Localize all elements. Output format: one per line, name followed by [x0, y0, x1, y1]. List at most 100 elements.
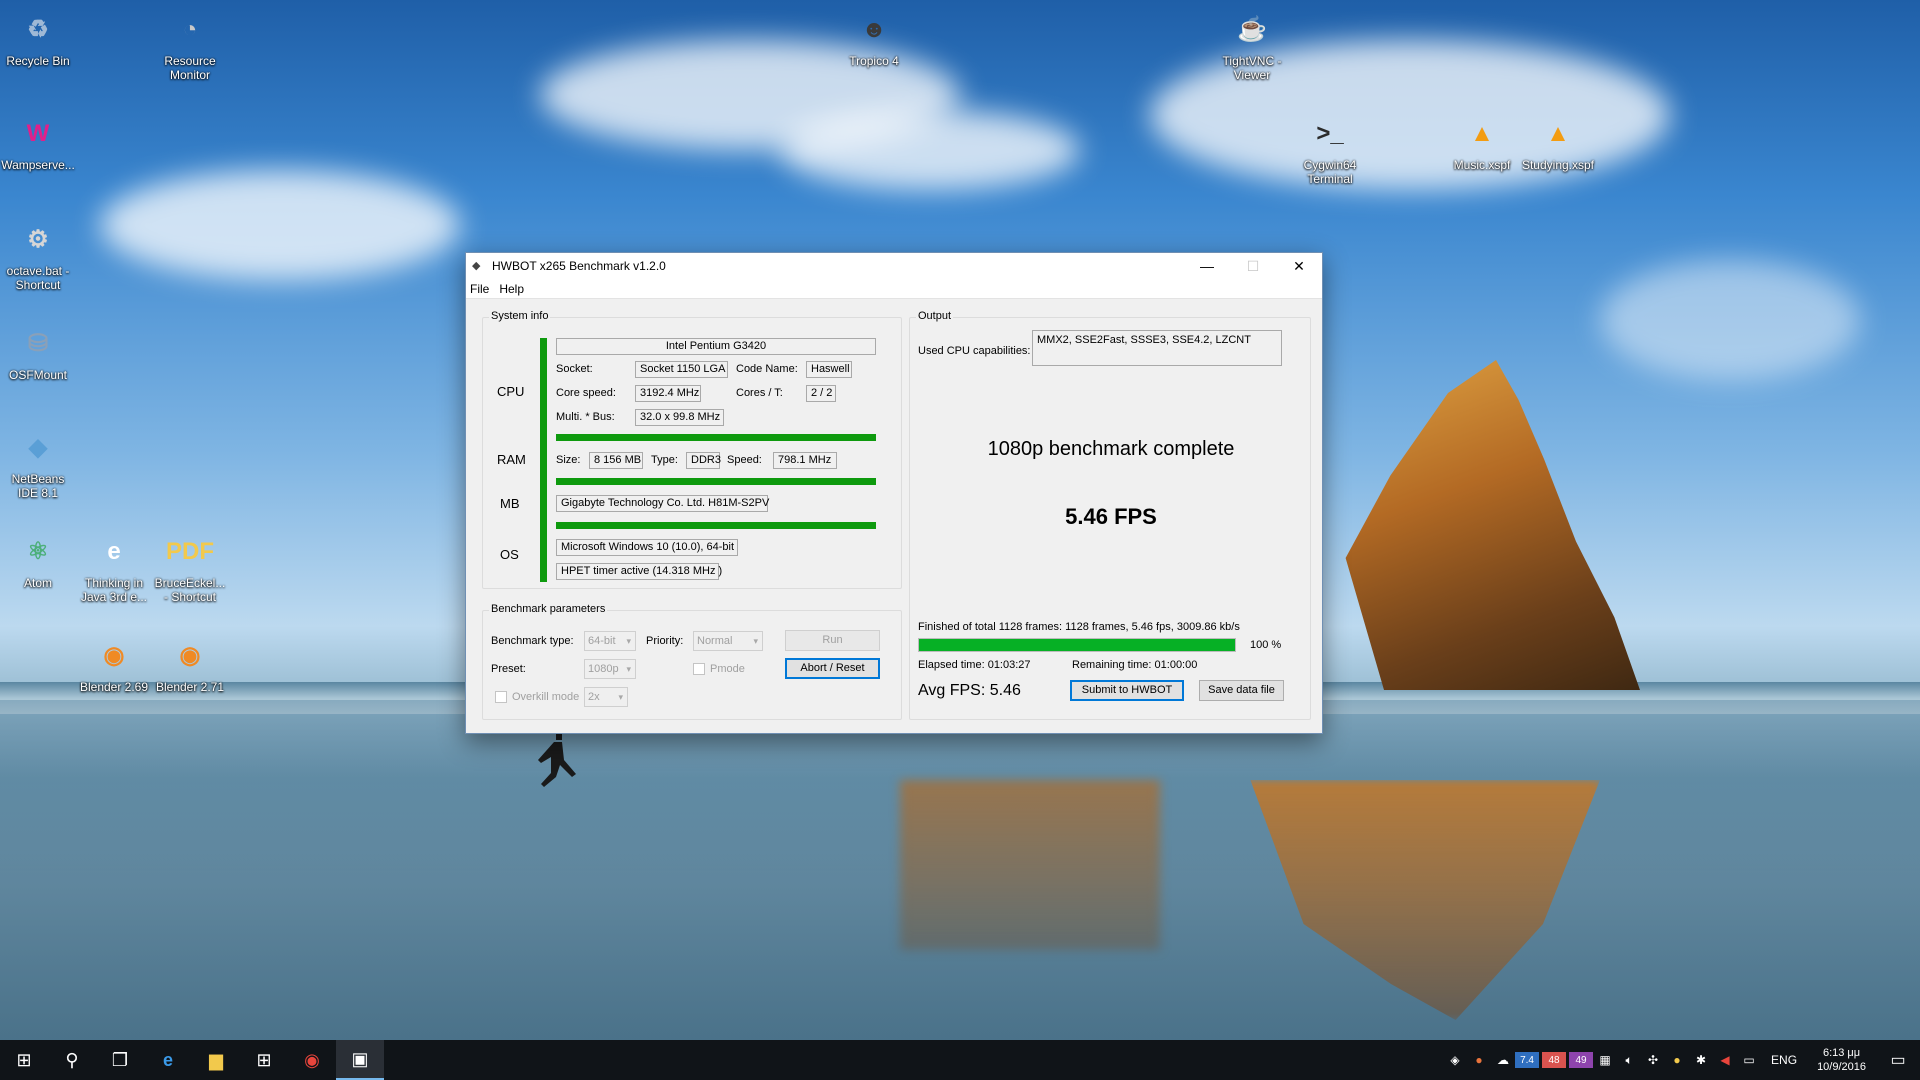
taskbar: ⊞ ⚲ ❐ e ▆ ⊞ ◉ ▣ ◈ ● ☁ 7.4 48 49 ▦ 🔈︎ ✣ ●… [0, 1040, 1920, 1080]
vertical-bar [540, 338, 547, 582]
desktop-icon-label: Cygwin64 Terminal [1303, 158, 1357, 186]
priority-select[interactable]: Normal ▾ [693, 631, 763, 651]
desktop-icon-label: NetBeans IDE 8.1 [11, 472, 65, 500]
cores-label: Cores / T: [736, 387, 783, 399]
start-button[interactable]: ⊞ [0, 1040, 48, 1080]
system-info-label: System info [489, 310, 551, 322]
desktop-icon-label: TightVNC - Viewer [1222, 54, 1282, 82]
tray-badge-2[interactable]: 48 [1542, 1052, 1567, 1068]
bruceeckel-shortcut-icon: PDF [166, 538, 214, 565]
desktop-icon-tropico-4[interactable]: ☻ Tropico 4 [836, 8, 912, 69]
progress-percent: 100 % [1250, 639, 1282, 651]
maximize-button[interactable]: ☐ [1230, 253, 1276, 279]
os-section-label: OS [500, 547, 519, 562]
desktop-icon-label: Thinking in Java 3rd e... [80, 576, 148, 604]
desktop-icon-label: Tropico 4 [849, 54, 899, 68]
desktop-icon-resource-monitor[interactable]: ◔ Resource Monitor [152, 8, 228, 83]
close-button[interactable]: ✕ [1276, 253, 1322, 279]
search-button[interactable]: ⚲ [48, 1040, 96, 1080]
fps-result: 5.46 FPS [1065, 504, 1157, 529]
desktop-icon-blender-2-69[interactable]: ◉ Blender 2.69 [76, 634, 152, 695]
notification-icon[interactable]: ▭ [1876, 1040, 1920, 1080]
desktop-icon-label: Blender 2.69 [79, 680, 149, 694]
blender-2-71-icon: ◉ [179, 642, 201, 669]
desktop-icon-label: OSFMount [8, 368, 68, 382]
desktop-icon-octave-bat-shortcut[interactable]: ⚙ octave.bat - Shortcut [0, 218, 76, 293]
pmode-checkbox[interactable]: Pmode [693, 663, 745, 675]
run-button[interactable]: Run [785, 630, 880, 651]
desktop-icon-osfmount[interactable]: ⛁ OSFMount [0, 322, 76, 383]
desktop-icon-music-xspf[interactable]: ▲ Music.xspf [1444, 112, 1520, 173]
cpu-caps-label: Used CPU capabilities: [918, 345, 1031, 357]
tropico-4-icon: ☻ [861, 16, 887, 43]
chrome-button[interactable]: ◉ [288, 1040, 336, 1080]
edge-button[interactable]: e [144, 1040, 192, 1080]
desktop-icon-wampserve[interactable]: W Wampserve... [0, 112, 76, 173]
language-indicator[interactable]: ENG [1761, 1053, 1807, 1067]
desktop-icon-thinking-in-java-3rd-e[interactable]: e Thinking in Java 3rd e... [76, 530, 152, 605]
status-text: 1080p benchmark complete [987, 438, 1235, 460]
minimize-button[interactable]: — [1184, 253, 1230, 279]
app-icon: ◆ [472, 260, 481, 272]
task-view-icon: ❐ [111, 1049, 129, 1070]
overkill-select[interactable]: 2x ▾ [584, 687, 628, 707]
avg-fps: Avg FPS: 5.46 [918, 682, 1021, 699]
desktop-icon-atom[interactable]: ⚛ Atom [0, 530, 76, 591]
desktop-icon-recycle-bin[interactable]: ♻ Recycle Bin [0, 8, 76, 69]
menu-help[interactable]: Help [499, 282, 530, 296]
recycle-bin-icon: ♻ [27, 16, 49, 43]
chevron-down-icon: ▾ [618, 692, 623, 702]
tray-badge-3[interactable]: 49 [1569, 1052, 1594, 1068]
desktop-icon-blender-2-71[interactable]: ◉ Blender 2.71 [152, 634, 228, 695]
tray-monitor-icon[interactable]: ▦ [1593, 1040, 1617, 1080]
desktop-icon-label: Music.xspf [1453, 158, 1511, 172]
tray-settings-icon[interactable]: ✣ [1641, 1040, 1665, 1080]
mb-divider [556, 522, 876, 529]
overkill-checkbox[interactable]: Overkill mode [495, 691, 579, 703]
window-title: HWBOT x265 Benchmark v1.2.0 [492, 259, 666, 273]
tray-app-icon[interactable]: ◈ [1443, 1040, 1467, 1080]
benchmark-type-label: Benchmark type: [491, 635, 574, 647]
save-data-button[interactable]: Save data file [1199, 680, 1284, 701]
octave-bat-shortcut-icon: ⚙ [27, 226, 49, 253]
cpu-section-label: CPU [497, 384, 525, 399]
tray-bluetooth-icon[interactable]: ✱ [1689, 1040, 1713, 1080]
desktop-icon-label: Wampserve... [1, 158, 75, 172]
priority-label: Priority: [646, 635, 684, 647]
desktop-icon-tightvnc-viewer[interactable]: ☕ TightVNC - Viewer [1214, 8, 1290, 83]
benchmark-type-select[interactable]: 64-bit ▾ [584, 631, 636, 651]
tray-coin-icon[interactable]: ● [1665, 1040, 1689, 1080]
menu-file[interactable]: File [470, 282, 495, 296]
task-view-button[interactable]: ❐ [96, 1040, 144, 1080]
abort-reset-button[interactable]: Abort / Reset [785, 658, 880, 679]
tray-badge-1[interactable]: 7.4 [1515, 1052, 1540, 1068]
progress-fill [919, 639, 1235, 651]
desktop-icon-netbeans-ide-8-1[interactable]: ◆ NetBeans IDE 8.1 [0, 426, 76, 501]
ram-type-field: DDR3 [686, 452, 721, 469]
tray-media-icon[interactable]: ◀ [1713, 1040, 1737, 1080]
desktop-icon-bruceeckel-shortcut[interactable]: PDF BruceEckel... - Shortcut [152, 530, 228, 605]
store-button[interactable]: ⊞ [240, 1040, 288, 1080]
preset-select[interactable]: 1080p ▾ [584, 659, 636, 679]
thinking-in-java-3rd-e-icon: e [107, 538, 121, 565]
tray-cloud-icon[interactable]: ☁ [1491, 1040, 1515, 1080]
title-bar[interactable]: ◆ HWBOT x265 Benchmark v1.2.0 — ☐ ✕ [466, 253, 1322, 279]
desktop-icon-studying-xspf[interactable]: ▲ Studying.xspf [1520, 112, 1596, 173]
network-icon[interactable]: ▭ [1737, 1040, 1761, 1080]
clock[interactable]: 6:13 μμ 10/9/2016 [1807, 1046, 1876, 1074]
cpu-name-field: Intel Pentium G3420 [556, 338, 876, 355]
hwbot-taskbar-button[interactable]: ▣ [336, 1040, 384, 1080]
tray-antivirus-icon[interactable]: ● [1467, 1040, 1491, 1080]
chevron-down-icon: ▾ [626, 664, 631, 674]
explorer-button[interactable]: ▆ [192, 1040, 240, 1080]
checkbox-box [693, 663, 705, 675]
checkbox-box [495, 691, 507, 703]
volume-icon[interactable]: 🔈︎ [1617, 1040, 1641, 1080]
ram-size-label: Size: [556, 454, 581, 466]
music-xspf-icon: ▲ [1470, 120, 1494, 147]
chevron-down-icon: ▾ [753, 636, 758, 646]
submit-hwbot-button[interactable]: Submit to HWBOT [1070, 680, 1184, 701]
desktop-icon-cygwin64-terminal[interactable]: >_ Cygwin64 Terminal [1292, 112, 1368, 187]
desktop-icon-label: BruceEckel... - Shortcut [154, 576, 226, 604]
search-icon: ⚲ [65, 1049, 79, 1070]
